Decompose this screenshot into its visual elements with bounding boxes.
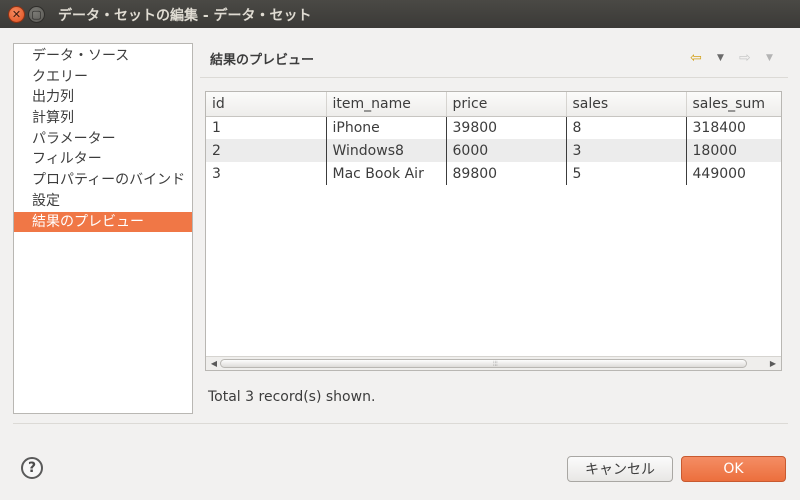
forward-arrow-icon[interactable]: ⇨ (739, 48, 751, 68)
footer-divider (13, 423, 788, 424)
nav-item-filters[interactable]: フィルター (14, 149, 192, 170)
nav-item-parameters[interactable]: パラメーター (14, 129, 192, 150)
results-table[interactable]: id item_name price sales sales_sum 1 iPh… (205, 91, 782, 371)
settings-nav-list: データ・ソース クエリー 出力列 計算列 パラメーター フィルター プロパティー… (13, 43, 193, 414)
back-history-dropdown-icon[interactable]: ▼ (717, 48, 724, 68)
table-cell: iPhone (326, 116, 447, 139)
window-title: データ・セットの編集 - データ・セット (58, 8, 312, 24)
table-cell: 39800 (446, 116, 567, 139)
record-count-status: Total 3 record(s) shown. (208, 389, 376, 405)
horizontal-scrollbar[interactable]: ◀ ⦙⦙⦙ ▶ (206, 356, 781, 370)
table-cell: 89800 (446, 162, 567, 185)
table-cell: 6000 (446, 139, 567, 162)
table-cell: 1 (206, 116, 327, 139)
nav-item-output-columns[interactable]: 出力列 (14, 87, 192, 108)
table-cell: 3 (566, 139, 687, 162)
close-icon[interactable]: ✕ (8, 6, 25, 23)
table-cell: 318400 (686, 116, 781, 139)
table-cell: 8 (566, 116, 687, 139)
table-cell: 5 (566, 162, 687, 185)
column-header-price[interactable]: price (446, 92, 567, 117)
scroll-left-icon[interactable]: ◀ (208, 358, 220, 369)
column-header-sales-sum[interactable]: sales_sum (686, 92, 781, 117)
title-bar: ✕ ▢ データ・セットの編集 - データ・セット (0, 0, 800, 28)
nav-item-settings[interactable]: 設定 (14, 191, 192, 212)
table-cell: Mac Book Air (326, 162, 447, 185)
table-cell: Windows8 (326, 139, 447, 162)
header-divider (200, 77, 788, 78)
nav-item-data-source[interactable]: データ・ソース (14, 46, 192, 67)
table-cell: 18000 (686, 139, 781, 162)
table-row[interactable]: 3 Mac Book Air 89800 5 449000 (206, 162, 781, 185)
help-icon[interactable]: ? (21, 457, 43, 479)
back-arrow-icon[interactable]: ⇦ (690, 48, 702, 68)
table-cell: 2 (206, 139, 327, 162)
column-header-item-name[interactable]: item_name (326, 92, 447, 117)
scrollbar-thumb[interactable]: ⦙⦙⦙ (220, 359, 747, 368)
forward-history-dropdown-icon[interactable]: ▼ (766, 48, 773, 68)
page-title: 結果のプレビュー (210, 53, 315, 68)
maximize-icon[interactable]: ▢ (28, 6, 45, 23)
grip-icon: ⦙⦙⦙ (493, 360, 498, 368)
table-cell: 3 (206, 162, 327, 185)
scroll-right-icon[interactable]: ▶ (767, 358, 779, 369)
table-row[interactable]: 2 Windows8 6000 3 18000 (206, 139, 781, 162)
ok-button[interactable]: OK (681, 456, 786, 482)
column-header-sales[interactable]: sales (566, 92, 687, 117)
nav-item-preview-results[interactable]: 結果のプレビュー (14, 211, 192, 233)
nav-item-property-binding[interactable]: プロパティーのバインド (14, 170, 192, 191)
nav-item-computed-columns[interactable]: 計算列 (14, 108, 192, 129)
cancel-button[interactable]: キャンセル (567, 456, 673, 482)
table-header-row: id item_name price sales sales_sum (206, 92, 781, 117)
table-cell: 449000 (686, 162, 781, 185)
nav-item-query[interactable]: クエリー (14, 67, 192, 88)
column-header-id[interactable]: id (206, 92, 327, 117)
table-row[interactable]: 1 iPhone 39800 8 318400 (206, 116, 781, 139)
